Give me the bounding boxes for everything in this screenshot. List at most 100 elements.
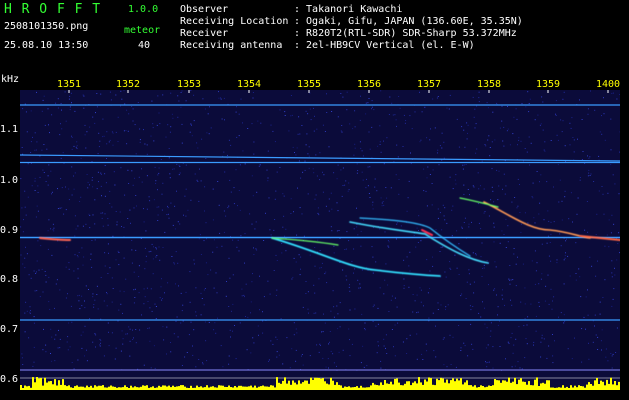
noise-pixel xyxy=(180,322,182,324)
noise-pixel xyxy=(135,195,137,196)
noise-pixel xyxy=(151,100,153,102)
noise-pixel xyxy=(258,165,260,167)
noise-pixel xyxy=(440,304,442,306)
noise-pixel xyxy=(198,238,200,240)
noise-pixel xyxy=(41,110,43,112)
audio-level-bar xyxy=(596,377,598,390)
noise-pixel xyxy=(99,338,101,340)
noise-pixel xyxy=(145,255,147,257)
noise-pixel xyxy=(240,235,242,237)
noise-pixel xyxy=(388,246,390,248)
noise-pixel xyxy=(104,265,106,267)
audio-level-bar xyxy=(296,384,298,390)
noise-pixel xyxy=(465,164,467,165)
noise-pixel xyxy=(528,111,530,113)
noise-pixel xyxy=(222,366,224,368)
noise-pixel xyxy=(388,114,390,115)
audio-level-bar xyxy=(222,385,224,390)
noise-pixel xyxy=(157,220,159,221)
noise-pixel xyxy=(305,110,307,112)
noise-pixel xyxy=(134,288,136,290)
audio-level-bar xyxy=(94,385,96,390)
audio-level-bar xyxy=(582,386,584,390)
noise-pixel xyxy=(539,124,541,126)
noise-pixel xyxy=(71,136,73,138)
noise-pixel xyxy=(296,234,298,236)
noise-pixel xyxy=(131,262,133,264)
noise-pixel xyxy=(485,145,487,147)
audio-level-bar xyxy=(122,387,124,390)
noise-pixel xyxy=(284,115,286,116)
noise-pixel xyxy=(134,177,135,179)
audio-level-bar xyxy=(236,387,238,390)
noise-pixel xyxy=(107,224,109,226)
audio-level-bar xyxy=(572,387,574,390)
audio-level-bar xyxy=(300,383,302,390)
noise-pixel xyxy=(37,192,39,193)
noise-pixel xyxy=(492,111,494,113)
noise-pixel xyxy=(111,277,113,279)
audio-level-bar xyxy=(292,380,294,390)
noise-pixel xyxy=(412,311,414,313)
noise-pixel xyxy=(505,247,507,248)
noise-pixel xyxy=(551,308,553,310)
noise-pixel xyxy=(338,230,340,231)
noise-pixel xyxy=(484,211,486,213)
noise-pixel xyxy=(411,128,413,130)
noise-pixel xyxy=(150,367,152,369)
audio-level-bar xyxy=(324,381,326,390)
noise-pixel xyxy=(351,260,353,262)
noise-pixel xyxy=(571,358,573,360)
noise-pixel xyxy=(29,306,31,308)
noise-pixel xyxy=(368,131,370,133)
noise-pixel xyxy=(276,356,278,358)
noise-pixel xyxy=(501,105,503,107)
noise-pixel xyxy=(353,248,355,250)
noise-pixel xyxy=(106,293,108,295)
noise-pixel xyxy=(324,273,326,275)
noise-pixel xyxy=(201,138,203,140)
noise-pixel xyxy=(101,217,103,219)
noise-pixel xyxy=(77,359,79,361)
noise-pixel xyxy=(303,235,305,237)
noise-pixel xyxy=(61,109,62,111)
noise-pixel xyxy=(611,260,613,262)
noise-pixel xyxy=(181,142,183,144)
noise-pixel xyxy=(569,275,571,277)
noise-pixel xyxy=(131,170,133,172)
noise-pixel xyxy=(126,109,128,111)
audio-level-bar xyxy=(84,387,86,390)
noise-pixel xyxy=(498,170,500,172)
noise-pixel xyxy=(315,154,317,156)
noise-pixel xyxy=(121,226,122,227)
noise-pixel xyxy=(432,312,434,314)
noise-pixel xyxy=(123,130,125,132)
noise-pixel xyxy=(597,260,598,262)
noise-pixel xyxy=(237,239,239,241)
noise-pixel xyxy=(550,288,552,290)
noise-pixel xyxy=(548,303,550,305)
noise-pixel xyxy=(166,214,168,216)
noise-pixel xyxy=(290,198,292,200)
noise-pixel xyxy=(175,320,177,322)
y-tick-label: 0.8 xyxy=(0,274,19,285)
noise-pixel xyxy=(348,328,350,330)
noise-pixel xyxy=(391,102,393,104)
noise-pixel xyxy=(250,312,251,314)
noise-pixel xyxy=(353,228,355,230)
noise-pixel xyxy=(232,239,234,241)
noise-pixel xyxy=(602,193,604,195)
noise-pixel xyxy=(104,173,106,175)
noise-pixel xyxy=(89,126,91,128)
noise-pixel xyxy=(20,178,22,180)
audio-level-bar xyxy=(190,385,192,390)
noise-pixel xyxy=(556,262,558,264)
noise-pixel xyxy=(141,314,142,316)
noise-pixel xyxy=(328,198,330,200)
audio-level-bar xyxy=(506,381,508,390)
noise-pixel xyxy=(496,102,498,104)
audio-level-bar xyxy=(472,386,474,390)
noise-pixel xyxy=(297,133,299,135)
noise-pixel xyxy=(95,112,96,114)
noise-pixel xyxy=(169,177,171,179)
